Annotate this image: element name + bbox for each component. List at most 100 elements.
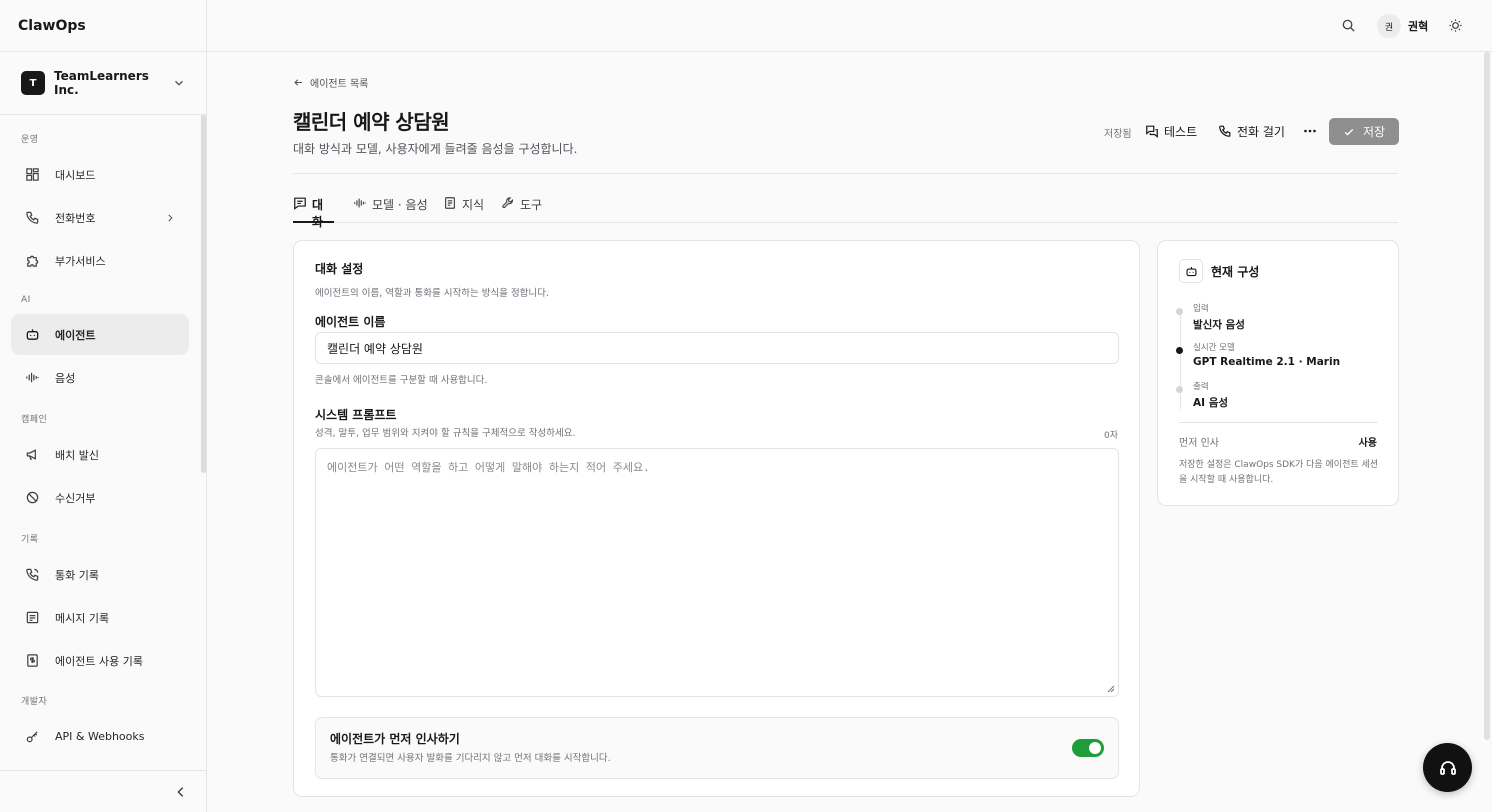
divider — [1179, 422, 1378, 423]
sidebar-item-agent-usage[interactable]: 에이전트 사용 기록 — [11, 640, 189, 681]
system-prompt-textarea[interactable]: 에이전트가 어떤 역할을 하고 어떻게 말해야 하는지 적어 주세요. — [315, 448, 1119, 697]
chat-bubbles-icon — [1146, 125, 1158, 138]
test-button-label: 테스트 — [1164, 124, 1198, 139]
current-config-header: 현재 구성 — [1179, 259, 1259, 283]
back-link[interactable]: 에이전트 목록 — [293, 75, 368, 90]
support-chat-button[interactable] — [1423, 743, 1472, 792]
timeline-dot — [1176, 386, 1183, 393]
tab-conversation[interactable]: 대화 — [293, 190, 334, 229]
nav-section-label: 캠페인 — [21, 415, 48, 425]
greet-first-toggle[interactable] — [1072, 739, 1104, 757]
sidebar-item-dashboard[interactable]: 대시보드 — [11, 154, 189, 195]
tab-tools[interactable]: 도구 — [501, 190, 542, 223]
chat-icon — [294, 197, 306, 210]
org-switcher[interactable]: T TeamLearners Inc. — [0, 52, 206, 115]
tab-label: 지식 — [462, 198, 485, 212]
org-name: TeamLearners Inc. — [54, 69, 149, 97]
greet-first-title: 에이전트가 먼저 인사하기 — [330, 732, 460, 746]
sidebar-nav: 운영 대시보드 전화번호 부가서비스 AI 에이전트 음성 캠페인 배치 발신 — [0, 116, 200, 759]
current-config-card: 현재 구성 입력 발신자 음성 실시간 모델 GPT Realtime 2.1 … — [1157, 240, 1399, 506]
sidebar-item-label: 배치 발신 — [55, 448, 99, 462]
receipt-icon — [27, 654, 38, 667]
step-value: GPT Realtime 2.1 · Marin — [1193, 356, 1341, 368]
resize-grip-icon[interactable] — [1107, 685, 1115, 693]
wrench-icon — [502, 197, 514, 209]
sidebar-scrollbar[interactable] — [201, 115, 206, 473]
step-value: 발신자 음성 — [1193, 319, 1245, 331]
nav-section-label: 운영 — [21, 135, 39, 145]
more-options-icon[interactable] — [1302, 123, 1318, 139]
puzzle-icon — [27, 255, 39, 267]
ban-icon — [26, 491, 39, 504]
brand-logo[interactable]: ClawOps — [0, 0, 206, 52]
sidebar-item-label: 음성 — [55, 371, 76, 385]
page-title: 캘린더 예약 상담원 — [293, 110, 450, 134]
main-scrollbar[interactable] — [1484, 52, 1490, 740]
topbar: 권 권혁 — [207, 0, 1492, 52]
section-description: 에이전트의 이름, 역할과 통화를 시작하는 방식을 정합니다. — [315, 288, 549, 299]
sidebar-item-label: API & Webhooks — [55, 730, 145, 743]
bot-icon — [1179, 259, 1203, 283]
call-button[interactable]: 전화 걸기 — [1218, 118, 1285, 144]
message-icon — [26, 611, 39, 624]
agent-name-input[interactable]: 캘린더 예약 상담원 — [315, 332, 1119, 364]
phone-log-icon — [26, 568, 39, 581]
sidebar-footer — [0, 770, 206, 812]
header-divider — [293, 173, 1398, 174]
phone-icon — [26, 211, 39, 224]
sidebar-item-label: 부가서비스 — [55, 254, 106, 268]
tab-model-voice[interactable]: 모델 · 음성 — [353, 190, 428, 223]
sidebar-item-api-webhooks[interactable]: API & Webhooks — [11, 716, 189, 757]
save-button-label: 저장 — [1362, 125, 1386, 139]
char-count: 0자 — [1103, 431, 1118, 441]
step-label: 입력 — [1193, 304, 1209, 314]
timeline-dot — [1176, 347, 1183, 354]
sidebar-item-label: 수신거부 — [55, 491, 96, 505]
phone-icon — [1219, 125, 1231, 137]
system-prompt-hint: 성격, 말투, 업무 범위와 지켜야 할 규칙을 구체적으로 작성하세요. — [315, 428, 576, 439]
agent-name-label: 에이전트 이름 — [315, 315, 386, 329]
bot-icon — [26, 329, 39, 340]
sidebar-item-call-logs[interactable]: 통화 기록 — [11, 554, 189, 595]
document-icon — [445, 197, 455, 209]
page-subtitle: 대화 방식과 모델, 사용자에게 들려줄 음성을 구성합니다. — [293, 142, 578, 156]
collapse-sidebar-icon[interactable] — [174, 785, 188, 799]
check-icon — [1344, 128, 1354, 136]
org-avatar: T — [21, 71, 45, 95]
saved-status: 저장됨 — [1104, 129, 1132, 140]
conversation-settings-card: 대화 설정 에이전트의 이름, 역할과 통화를 시작하는 방식을 정합니다. 에… — [293, 240, 1140, 797]
section-title: 대화 설정 — [315, 262, 364, 276]
sidebar-item-message-logs[interactable]: 메시지 기록 — [11, 597, 189, 638]
nav-section-label: 기록 — [21, 535, 39, 545]
greet-first-row-label: 먼저 인사 — [1179, 438, 1219, 449]
chevron-right-icon — [168, 214, 173, 221]
step-label: 실시간 모델 — [1193, 343, 1235, 353]
sidebar-item-phone-numbers[interactable]: 전화번호 — [11, 197, 189, 238]
sidebar-item-agents[interactable]: 에이전트 — [11, 314, 189, 355]
config-note: 저장한 설정은 ClawOps SDK가 다음 에이전트 세션을 시작할 때 사… — [1179, 460, 1379, 485]
audio-wave-icon — [354, 198, 366, 208]
avatar[interactable]: 권 — [1377, 14, 1401, 38]
user-name[interactable]: 권혁 — [1408, 18, 1428, 34]
system-prompt-placeholder: 에이전트가 어떤 역할을 하고 어떻게 말해야 하는지 적어 주세요. — [327, 461, 650, 474]
sidebar-item-label: 에이전트 사용 기록 — [55, 654, 143, 668]
nav-section-label: AI — [21, 295, 31, 305]
test-button[interactable]: 테스트 — [1145, 118, 1197, 144]
sidebar-item-opt-out[interactable]: 수신거부 — [11, 477, 189, 518]
sun-icon[interactable] — [1448, 18, 1463, 33]
tab-knowledge[interactable]: 지식 — [443, 190, 484, 223]
greet-first-row-value: 사용 — [1358, 438, 1377, 449]
tab-label: 대화 — [311, 198, 324, 229]
arrow-left-icon — [294, 79, 302, 86]
sidebar: ClawOps T TeamLearners Inc. 운영 대시보드 전화번호… — [0, 0, 207, 812]
greet-first-description: 통화가 연결되면 사용자 발화를 기다리지 않고 먼저 대화를 시작합니다. — [330, 753, 611, 764]
tab-label: 도구 — [520, 198, 543, 212]
sidebar-item-batch-calls[interactable]: 배치 발신 — [11, 434, 189, 475]
audio-wave-icon — [26, 372, 39, 383]
sidebar-item-voice[interactable]: 음성 — [11, 357, 189, 398]
nav-section-label: 개발자 — [21, 697, 48, 707]
search-icon[interactable] — [1341, 18, 1356, 33]
toggle-knob — [1089, 742, 1101, 754]
sidebar-item-addons[interactable]: 부가서비스 — [11, 240, 189, 281]
save-button[interactable]: 저장 — [1329, 118, 1399, 145]
